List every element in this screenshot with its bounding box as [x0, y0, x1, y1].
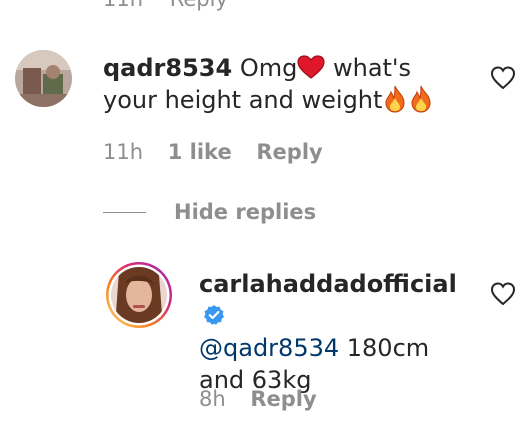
mention-link[interactable]: @qadr8534 — [199, 334, 339, 362]
heart-emoji-icon — [297, 55, 325, 79]
avatar[interactable] — [15, 50, 72, 107]
comment-username[interactable]: qadr8534 — [103, 54, 232, 82]
hide-replies-button[interactable]: Hide replies — [174, 200, 316, 224]
comment-meta: 11h 1 like Reply — [103, 140, 323, 164]
like-heart-icon[interactable] — [490, 64, 516, 92]
replies-divider — [103, 212, 146, 213]
reply-reply-button[interactable]: Reply — [250, 387, 316, 411]
reply-meta: 8h Reply — [199, 387, 317, 411]
comment-time: 11h — [103, 140, 144, 164]
reply-username[interactable]: carlahaddadofficial — [199, 270, 457, 298]
verified-badge-icon — [203, 302, 225, 325]
comment-reply-button[interactable]: Reply — [256, 140, 322, 164]
fire-emoji-icon — [408, 85, 434, 113]
reply-comment-text: carlahaddadofficial @qadr8534 180cm and … — [199, 268, 479, 396]
previous-comment-time: 11h — [103, 0, 143, 11]
story-ring-avatar[interactable] — [105, 261, 173, 329]
comment-likes-button[interactable]: 1 like — [168, 140, 232, 164]
like-heart-icon[interactable] — [490, 280, 516, 308]
reply-time: 8h — [199, 387, 226, 411]
comment-text: qadr8534 Omg what's your height and weig… — [103, 52, 463, 116]
fire-emoji-icon — [382, 85, 408, 113]
previous-comment-meta: 11h Reply — [103, 0, 228, 11]
previous-comment-reply-button[interactable]: Reply — [170, 0, 228, 11]
comment-text-start: Omg — [239, 54, 298, 82]
